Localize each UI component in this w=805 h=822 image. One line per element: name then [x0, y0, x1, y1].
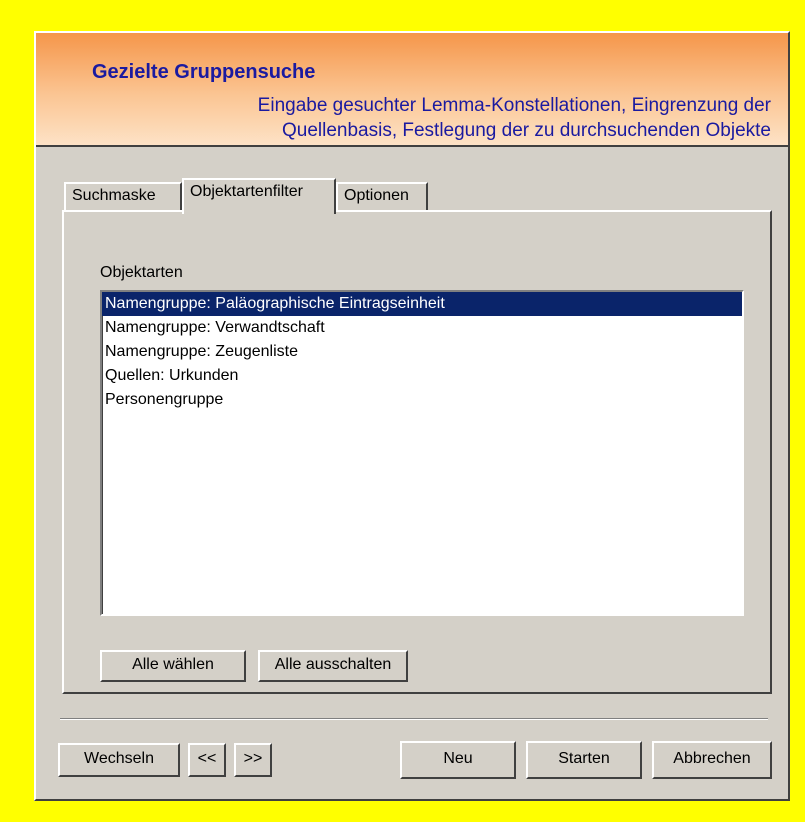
- switch-button[interactable]: Wechseln: [58, 743, 180, 777]
- dialog-subtitle: Eingabe gesuchter Lemma-Konstellationen,…: [257, 95, 771, 141]
- list-item[interactable]: Namengruppe: Verwandtschaft: [102, 316, 742, 340]
- objektarten-listbox[interactable]: Namengruppe: Paläographische Eintragsein…: [100, 290, 744, 616]
- list-item[interactable]: Personengruppe: [102, 388, 742, 412]
- list-item[interactable]: Quellen: Urkunden: [102, 364, 742, 388]
- dialog-header: Gezielte Gruppensuche Eingabe gesuchter …: [36, 33, 788, 147]
- next-button[interactable]: >>: [234, 743, 272, 777]
- select-all-button[interactable]: Alle wählen: [100, 650, 246, 682]
- deselect-all-button[interactable]: Alle ausschalten: [258, 650, 408, 682]
- list-item[interactable]: Namengruppe: Zeugenliste: [102, 340, 742, 364]
- cancel-button[interactable]: Abbrechen: [652, 741, 772, 779]
- dialog-window: Gezielte Gruppensuche Eingabe gesuchter …: [34, 31, 790, 801]
- objektarten-label: Objektarten: [100, 264, 183, 281]
- start-button[interactable]: Starten: [526, 741, 642, 779]
- new-button[interactable]: Neu: [400, 741, 516, 779]
- tab-optionen[interactable]: Optionen: [336, 182, 428, 210]
- tab-suchmaske[interactable]: Suchmaske: [64, 182, 182, 210]
- footer-separator: [60, 718, 768, 720]
- dialog-title: Gezielte Gruppensuche: [92, 61, 316, 83]
- objektartenfilter-panel: Objektarten Namengruppe: Paläographische…: [62, 210, 772, 694]
- previous-button[interactable]: <<: [188, 743, 226, 777]
- list-item[interactable]: Namengruppe: Paläographische Eintragsein…: [102, 292, 742, 316]
- tab-objektartenfilter[interactable]: Objektartenfilter: [182, 178, 336, 214]
